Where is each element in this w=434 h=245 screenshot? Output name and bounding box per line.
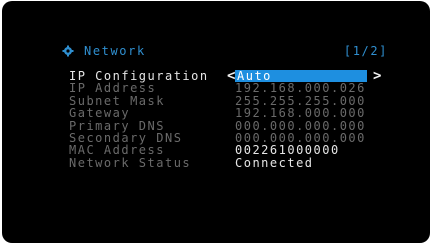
ip-address-label: IP Address (69, 81, 157, 96)
ip-address-value: 192.168.000.026 (235, 81, 366, 96)
row-gateway: Gateway 192.168.000.000 (69, 106, 399, 121)
row-ip-address: IP Address 192.168.000.026 (69, 81, 399, 96)
row-network-status: Network Status Connected (69, 155, 399, 170)
page-title: Network (84, 44, 146, 58)
chevron-right-icon[interactable]: > (373, 69, 381, 83)
gateway-value: 192.168.000.000 (235, 106, 366, 121)
menu-header: Network [1/2] (62, 44, 392, 58)
network-status-label: Network Status (69, 155, 192, 170)
row-mac-address: MAC Address 002261000000 (69, 143, 399, 158)
network-settings-list: IP Configuration < Auto > IP Address 192… (69, 69, 399, 170)
mac-address-label: MAC Address (69, 143, 165, 158)
gateway-label: Gateway (69, 106, 131, 121)
mac-address-value: 002261000000 (235, 143, 340, 158)
page-indicator: [1/2] (343, 44, 388, 58)
tv-screen: Network [1/2] IP Configuration < Auto > … (2, 1, 430, 243)
network-status-value: Connected (235, 155, 314, 170)
gear-icon (62, 45, 74, 57)
ip-configuration-select[interactable]: Auto (235, 70, 367, 82)
